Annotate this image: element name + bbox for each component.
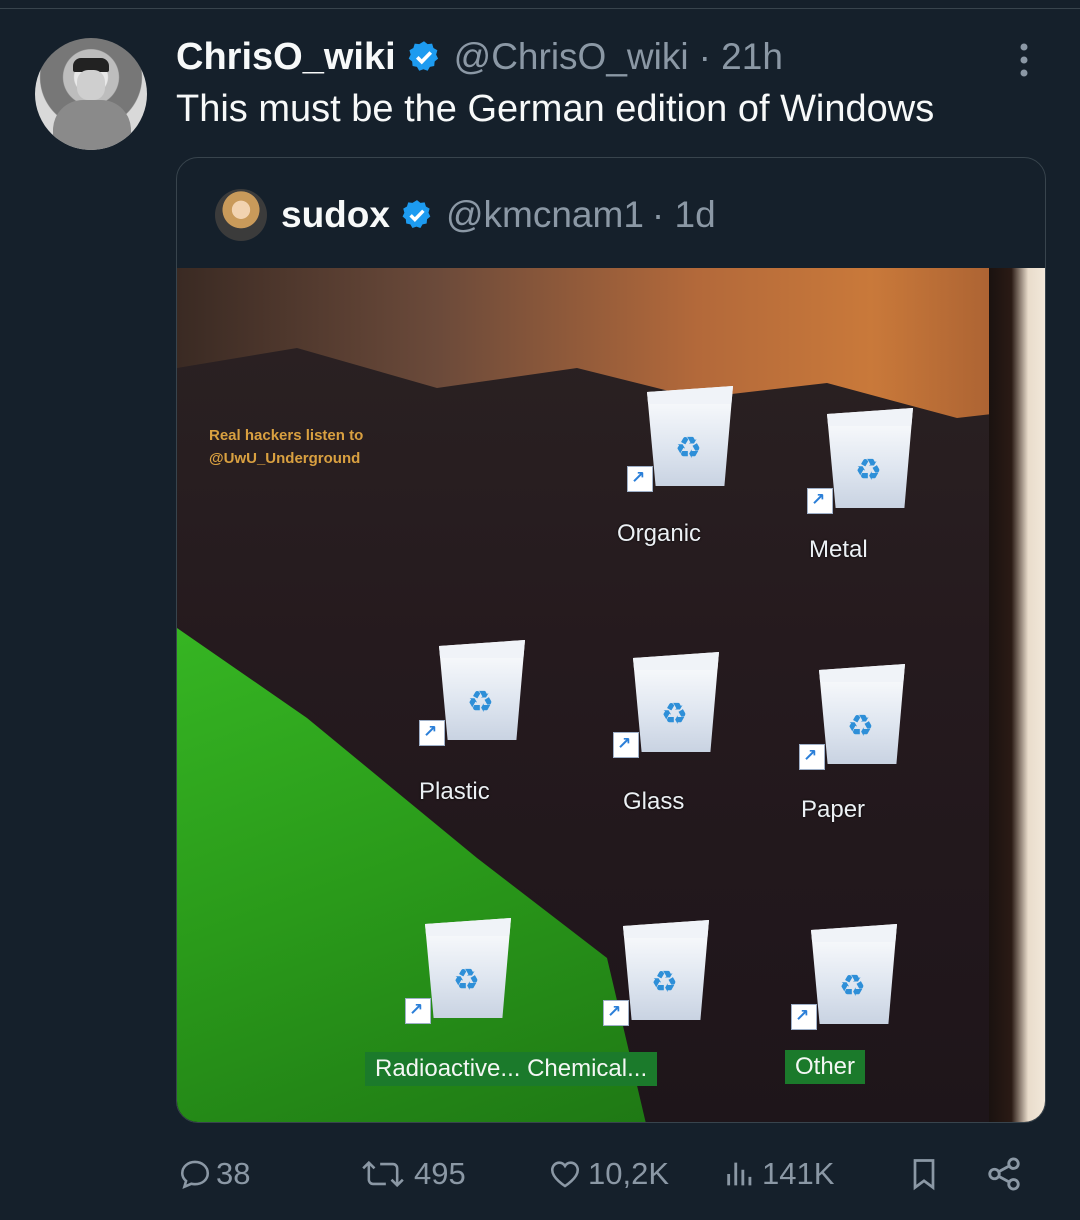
desktop-icon-label: Plastic (419, 778, 490, 805)
quoted-avatar[interactable] (215, 189, 267, 241)
watermark-line-1: Real hackers listen to (209, 427, 364, 444)
quoted-time[interactable]: · 1d (652, 194, 716, 236)
views-icon (727, 1162, 752, 1186)
icon-label-radioactive: Radioactive... (375, 1055, 521, 1082)
view-count: 141K (762, 1156, 835, 1191)
verified-badge-icon (402, 200, 431, 229)
monitor-frame (989, 268, 1045, 1122)
recycle-bin-icon: ♻ ↗ (799, 664, 919, 774)
tweet-actions: 38 495 10,2K 141K (0, 1140, 1080, 1210)
recycle-bin-icon: ♻ ↗ (807, 408, 927, 518)
more-options-icon[interactable] (1012, 40, 1036, 80)
quoted-image[interactable]: Real hackers listen to @UwU_Underground … (177, 268, 1045, 1122)
quoted-header: sudox @kmcnam1 · 1d (215, 186, 716, 244)
quoted-author-handle[interactable]: @kmcnam1 (446, 194, 644, 236)
author-avatar[interactable] (35, 38, 147, 150)
author-handle[interactable]: @ChrisO_wiki (454, 36, 689, 78)
quoted-author-name[interactable]: sudox (281, 194, 390, 236)
like-button[interactable]: 10,2K (546, 1154, 669, 1194)
like-count: 10,2K (588, 1156, 670, 1191)
recycle-bin-icon: ♻ ↗ (603, 920, 723, 1030)
quoted-tweet[interactable]: sudox @kmcnam1 · 1d Real hackers listen … (176, 157, 1046, 1123)
reply-button[interactable]: 38 (178, 1154, 250, 1194)
tweet-header: ChrisO_wiki @ChrisO_wiki · 21h (176, 34, 783, 80)
share-icon (988, 1157, 1020, 1191)
verified-badge-icon (408, 41, 438, 71)
top-divider (0, 0, 1080, 9)
share-button[interactable] (984, 1154, 1028, 1194)
desktop-icon-label: Paper (801, 796, 866, 823)
recycle-bin-icon: ♻ ↗ (419, 640, 539, 750)
retweet-button[interactable]: 495 (356, 1154, 466, 1194)
recycle-bin-icon: ♻ ↗ (627, 386, 747, 496)
tweet-time[interactable]: · 21h (699, 36, 783, 78)
bookmark-icon (913, 1159, 935, 1191)
image-watermark: Real hackers listen to @UwU_Underground (209, 424, 363, 470)
tweet-text: This must be the German edition of Windo… (176, 88, 935, 130)
retweet-count: 495 (414, 1156, 466, 1191)
desktop-icon-label: Glass (623, 788, 685, 815)
desktop-icon-label: Metal (809, 536, 868, 563)
desktop-icon-label: Organic (617, 520, 702, 547)
recycle-bin-icon: ♻ ↗ (791, 924, 911, 1034)
bookmark-button[interactable] (906, 1154, 946, 1194)
heart-icon (550, 1161, 580, 1188)
author-name[interactable]: ChrisO_wiki (176, 36, 396, 79)
retweet-icon (362, 1160, 404, 1188)
desktop-icon-label-selected: Other (785, 1050, 866, 1084)
desktop-icon-label-selected: Radioactive... Chemical... (365, 1052, 658, 1086)
views-button[interactable]: 141K (722, 1154, 834, 1194)
reply-count: 38 (216, 1156, 251, 1191)
recycle-bin-icon: ♻ ↗ (613, 652, 733, 762)
watermark-line-2: @UwU_Underground (209, 450, 361, 467)
icon-label-chemical: Chemical... (527, 1055, 648, 1082)
reply-icon (180, 1160, 210, 1189)
recycle-bin-icon: ♻ ↗ (405, 918, 525, 1028)
